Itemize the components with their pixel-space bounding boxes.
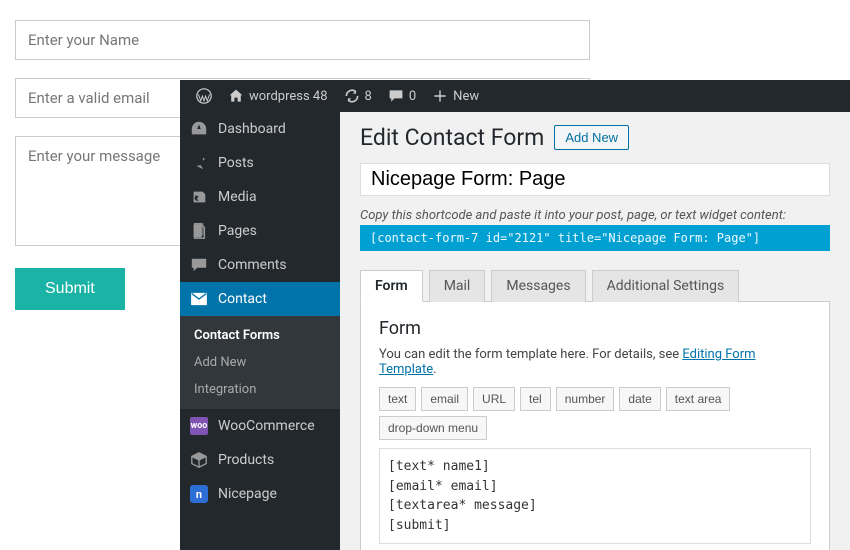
woo-icon: woo bbox=[190, 417, 208, 435]
refresh-icon bbox=[344, 88, 360, 104]
menu-contact-label: Contact bbox=[218, 291, 267, 307]
tag-text-button[interactable]: text bbox=[379, 387, 416, 411]
menu-posts-label: Posts bbox=[218, 155, 254, 171]
menu-products-label: Products bbox=[218, 452, 274, 468]
tag-email-button[interactable]: email bbox=[421, 387, 468, 411]
tag-tel-button[interactable]: tel bbox=[520, 387, 551, 411]
page-title: Edit Contact Form bbox=[360, 124, 544, 151]
submenu-contact: Contact Forms Add New Integration bbox=[180, 316, 340, 409]
form-panel: Form You can edit the form template here… bbox=[360, 302, 830, 550]
menu-media[interactable]: Media bbox=[180, 180, 340, 214]
envelope-icon bbox=[190, 290, 208, 308]
menu-dashboard[interactable]: Dashboard bbox=[180, 112, 340, 146]
tag-textarea-button[interactable]: text area bbox=[666, 387, 731, 411]
tab-additional-settings[interactable]: Additional Settings bbox=[592, 270, 740, 302]
gauge-icon bbox=[190, 120, 208, 138]
admin-bar: wordpress 48 8 0 New bbox=[180, 80, 850, 112]
shortcode-hint: Copy this shortcode and paste it into yo… bbox=[360, 208, 830, 223]
panel-desc: You can edit the form template here. For… bbox=[379, 347, 811, 377]
submenu-integration[interactable]: Integration bbox=[180, 376, 340, 403]
updates-button[interactable]: 8 bbox=[336, 88, 380, 104]
pin-icon bbox=[190, 154, 208, 172]
plus-icon bbox=[432, 88, 448, 104]
nicepage-icon: n bbox=[190, 485, 208, 503]
menu-pages[interactable]: Pages bbox=[180, 214, 340, 248]
tag-dropdown-button[interactable]: drop-down menu bbox=[379, 416, 487, 440]
pages-icon bbox=[190, 222, 208, 240]
updates-count: 8 bbox=[365, 89, 372, 104]
media-icon bbox=[190, 188, 208, 206]
comments-button[interactable]: 0 bbox=[380, 88, 424, 104]
bg-submit-button[interactable]: Submit bbox=[15, 268, 125, 310]
submenu-contact-forms[interactable]: Contact Forms bbox=[180, 322, 340, 349]
tab-mail[interactable]: Mail bbox=[429, 270, 486, 302]
comment-icon bbox=[190, 256, 208, 274]
comment-icon bbox=[388, 88, 404, 104]
box-icon bbox=[190, 451, 208, 469]
tab-bar: Form Mail Messages Additional Settings bbox=[360, 269, 830, 302]
menu-pages-label: Pages bbox=[218, 223, 257, 239]
menu-dashboard-label: Dashboard bbox=[218, 121, 286, 137]
tag-number-button[interactable]: number bbox=[556, 387, 615, 411]
tag-url-button[interactable]: URL bbox=[473, 387, 515, 411]
wordpress-logo-icon bbox=[196, 88, 212, 104]
new-button[interactable]: New bbox=[424, 88, 487, 104]
menu-comments[interactable]: Comments bbox=[180, 248, 340, 282]
comments-count: 0 bbox=[409, 89, 416, 104]
menu-media-label: Media bbox=[218, 189, 257, 205]
tab-form[interactable]: Form bbox=[360, 270, 423, 302]
submenu-add-new[interactable]: Add New bbox=[180, 349, 340, 376]
menu-nicepage[interactable]: n Nicepage bbox=[180, 477, 340, 511]
admin-sidebar: Dashboard Posts Media Pages Comments Con… bbox=[180, 80, 340, 550]
wp-admin: wordpress 48 8 0 New Dashboard bbox=[180, 80, 850, 550]
home-icon bbox=[228, 88, 244, 104]
main-content: Edit Contact Form Add New Copy this shor… bbox=[340, 80, 850, 550]
menu-comments-label: Comments bbox=[218, 257, 287, 273]
menu-woocommerce[interactable]: woo WooCommerce bbox=[180, 409, 340, 443]
tag-date-button[interactable]: date bbox=[619, 387, 660, 411]
form-template-textarea[interactable]: [text* name1] [email* email] [textarea* … bbox=[379, 448, 811, 544]
add-new-button[interactable]: Add New bbox=[554, 125, 629, 150]
menu-products[interactable]: Products bbox=[180, 443, 340, 477]
menu-posts[interactable]: Posts bbox=[180, 146, 340, 180]
site-name-label: wordpress 48 bbox=[249, 89, 328, 104]
panel-heading: Form bbox=[379, 318, 811, 339]
tab-messages[interactable]: Messages bbox=[491, 270, 585, 302]
bg-name-input[interactable] bbox=[15, 20, 590, 60]
menu-nicepage-label: Nicepage bbox=[218, 486, 277, 502]
form-title-input[interactable] bbox=[360, 163, 830, 196]
tag-generator-row: text email URL tel number date text area… bbox=[379, 387, 811, 440]
menu-contact[interactable]: Contact bbox=[180, 282, 340, 316]
site-home-button[interactable]: wordpress 48 bbox=[220, 88, 336, 104]
wp-logo-button[interactable] bbox=[188, 88, 220, 104]
new-label: New bbox=[453, 89, 479, 104]
shortcode-box[interactable]: [contact-form-7 id="2121" title="Nicepag… bbox=[360, 225, 830, 251]
menu-woocommerce-label: WooCommerce bbox=[218, 418, 315, 434]
